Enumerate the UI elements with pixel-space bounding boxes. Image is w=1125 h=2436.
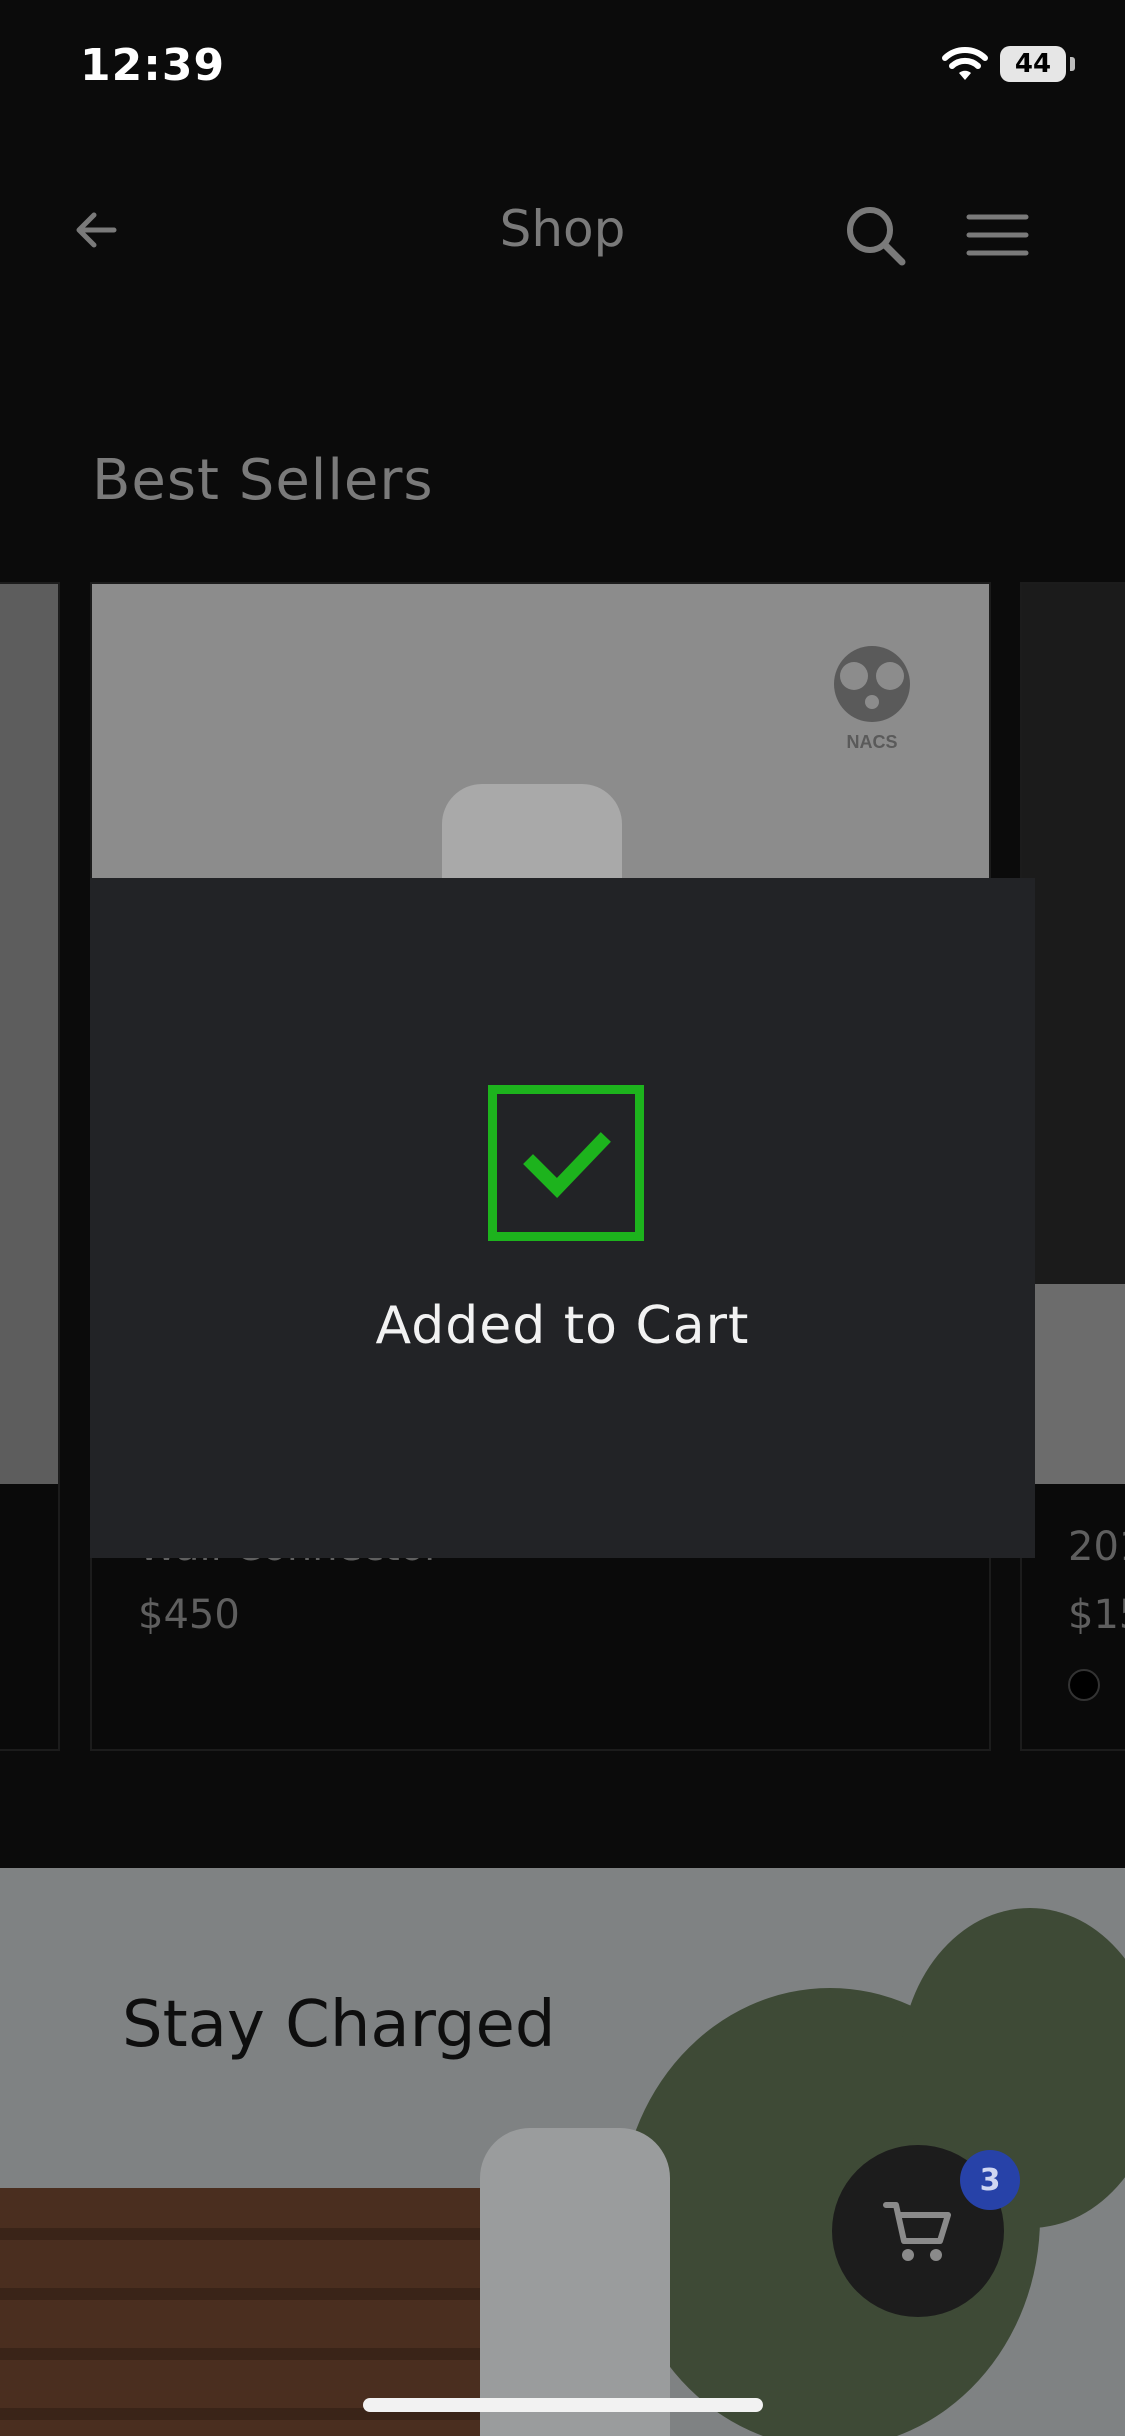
banner-title: Stay Charged xyxy=(122,1988,556,2062)
cart-icon xyxy=(883,2202,951,2261)
wall-connector-image xyxy=(480,2128,670,2436)
checkmark-icon xyxy=(488,1085,644,1241)
home-indicator[interactable] xyxy=(363,2398,763,2412)
product-card-previous[interactable] xyxy=(0,582,60,1751)
added-to-cart-toast: Added to Cart xyxy=(90,878,1035,1558)
nacs-connector-icon: NACS xyxy=(834,646,910,752)
product-name: 201 xyxy=(1068,1524,1125,1570)
fence-slat xyxy=(0,2228,560,2240)
hamburger-menu-icon[interactable] xyxy=(965,205,1030,265)
fence-slat xyxy=(0,2288,560,2300)
product-card-next[interactable]: 201 $15 xyxy=(1020,582,1125,1751)
fence-slat xyxy=(0,2348,560,2360)
cart-count-badge: 3 xyxy=(960,2150,1020,2210)
page-title: Shop xyxy=(499,200,626,258)
battery-tip xyxy=(1070,57,1075,71)
stay-charged-banner[interactable]: Stay Charged xyxy=(0,1868,1125,2436)
section-title-best-sellers: Best Sellers xyxy=(92,448,434,513)
product-image xyxy=(0,584,58,1484)
product-image-floor xyxy=(1022,1284,1125,1484)
toast-message: Added to Cart xyxy=(375,1296,750,1356)
status-icons: 44 xyxy=(942,46,1075,82)
color-swatch[interactable] xyxy=(1068,1669,1100,1701)
product-price: $450 xyxy=(138,1592,240,1638)
search-icon[interactable] xyxy=(840,200,910,270)
battery-icon: 44 xyxy=(1000,46,1066,82)
product-price: $15 xyxy=(1068,1592,1125,1638)
wifi-icon xyxy=(942,47,988,80)
nacs-label: NACS xyxy=(846,732,897,752)
status-time: 12:39 xyxy=(80,40,226,91)
battery-level: 44 xyxy=(1014,49,1052,79)
